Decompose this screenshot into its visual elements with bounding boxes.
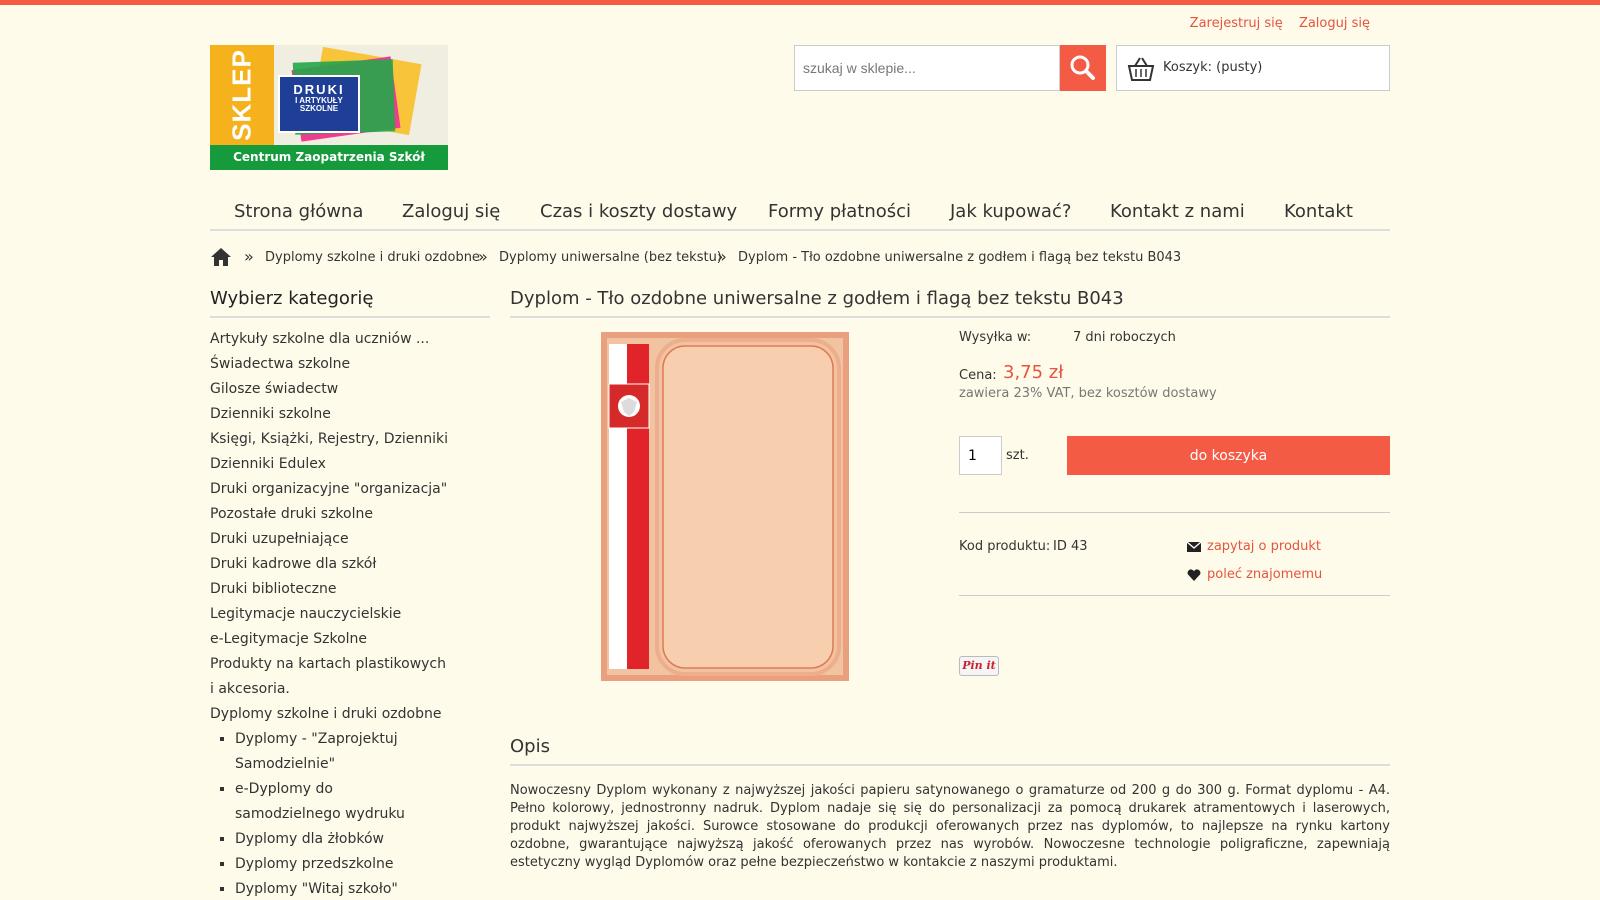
category-sidebar: Wybierz kategorię Artykuły szkolne dla u… [210,288,490,900]
product-main: Dyplom - Tło ozdobne uniwersalne z godłe… [510,288,1390,870]
category-item[interactable]: Dyplomy szkolne i druki ozdobne [210,702,490,727]
search-input[interactable] [794,45,1060,91]
category-item[interactable]: Druki biblioteczne [210,577,490,602]
category-item[interactable]: Artykuły szkolne dla uczniów ... [210,327,490,352]
login-link[interactable]: Zaloguj się [1299,16,1370,31]
subcategory-item[interactable]: Dyplomy przedszkolne [235,852,490,877]
subcategory-item[interactable]: Dyplomy dla żłobków [235,827,490,852]
cart-label: Koszyk: (pusty) [1163,60,1263,75]
nav-home[interactable]: Strona główna [234,201,363,222]
divider [959,595,1390,596]
nav-delivery[interactable]: Czas i koszty dostawy [540,201,737,222]
product-code-value: ID 43 [1053,539,1088,554]
logo-band: Centrum Zaopatrzenia Szkół [210,145,448,170]
basket-icon [1127,57,1155,81]
category-item[interactable]: Dzienniki szkolne [210,402,490,427]
breadcrumb-separator: » [717,247,727,266]
nav-how-to-buy[interactable]: Jak kupować? [950,201,1071,222]
home-icon[interactable] [210,246,232,268]
category-item[interactable]: Druki organizacyjne "organizacja" [210,477,490,502]
category-item[interactable]: Druki kadrowe dla szkół [210,552,490,577]
nav-payment[interactable]: Formy płatności [768,201,911,222]
subcategory-item[interactable]: e-Dyplomy do samodzielnego wydruku [235,777,435,827]
description-title: Opis [510,736,1390,766]
register-link[interactable]: Zarejestruj się [1190,16,1283,31]
price-label: Cena: [959,368,997,383]
product-code-label: Kod produktu: [959,539,1051,554]
ask-about-product-link[interactable]: zapytaj o produkt [1207,539,1321,554]
logo-druki-badge: DRUKI I ARTYKUŁY SZKOLNE [278,75,360,133]
heart-icon [1187,569,1201,581]
category-item[interactable]: Świadectwa szkolne [210,352,490,377]
nav-contact-us[interactable]: Kontakt z nami [1110,201,1245,222]
search-button[interactable] [1060,45,1106,91]
search-icon [1070,55,1095,80]
vat-note: zawiera 23% VAT, bez kosztów dostawy [959,386,1217,401]
top-accent-bar [0,0,1600,5]
main-nav: Strona główna Zaloguj się Czas i koszty … [210,196,1390,231]
add-to-cart-button[interactable]: do koszyka [1067,436,1390,475]
pinterest-pin-button[interactable]: Pin it [959,656,999,676]
category-item[interactable]: Gilosze świadectw [210,377,490,402]
breadcrumb-item-current: Dyplom - Tło ozdobne uniwersalne z godłe… [738,250,1182,265]
shipping-label: Wysyłka w: [959,330,1032,345]
nav-contact[interactable]: Kontakt [1284,201,1353,222]
category-item[interactable]: Druki uzupełniające [210,527,490,552]
price-value: 3,75 zł [1003,362,1064,383]
category-list: Artykuły szkolne dla uczniów ... Świadec… [210,327,490,727]
category-item[interactable]: e-Legitymacje Szkolne [210,627,490,652]
unit-label: szt. [1006,448,1029,463]
auth-links: Zarejestruj się Zaloguj się [1178,16,1370,31]
subcategory-item[interactable]: Dyplomy - "Zaprojektuj Samodzielnie" [235,727,405,777]
shop-logo[interactable]: SKLEP DRUKI I ARTYKUŁY SZKOLNE Centrum Z… [210,45,448,170]
category-item[interactable]: Księgi, Książki, Rejestry, Dzienniki [210,427,490,452]
product-title: Dyplom - Tło ozdobne uniwersalne z godłe… [510,288,1390,318]
breadcrumb-separator: » [244,247,254,266]
category-item[interactable]: Dzienniki Edulex [210,452,490,477]
divider [959,512,1390,513]
product-image[interactable] [601,332,849,681]
category-item[interactable]: Produkty na kartach plastikowych i akces… [210,652,450,702]
nav-login[interactable]: Zaloguj się [402,201,500,222]
logo-sklep-block: SKLEP [210,45,274,145]
quantity-input[interactable] [959,436,1002,475]
sidebar-title: Wybierz kategorię [210,288,490,318]
breadcrumb-item-diplomas[interactable]: Dyplomy szkolne i druki ozdobne [265,250,480,265]
search-box [794,45,1106,91]
category-item[interactable]: Legitymacje nauczycielskie [210,602,490,627]
cart-widget[interactable]: Koszyk: (pusty) [1116,45,1390,91]
description-text: Nowoczesny Dyplom wykonany z najwyższej … [510,783,1390,870]
envelope-icon [1187,541,1201,552]
category-item[interactable]: Pozostałe druki szkolne [210,502,490,527]
shipping-value: 7 dni roboczych [1073,330,1176,345]
subcategory-item[interactable]: Dyplomy "Witaj szkoło" [235,877,490,900]
breadcrumb-item-universal[interactable]: Dyplomy uniwersalne (bez tekstu) [499,250,722,265]
subcategory-list: Dyplomy - "Zaprojektuj Samodzielnie" e-D… [210,727,490,900]
breadcrumb-separator: » [478,247,488,266]
recommend-link[interactable]: poleć znajomemu [1207,567,1322,582]
